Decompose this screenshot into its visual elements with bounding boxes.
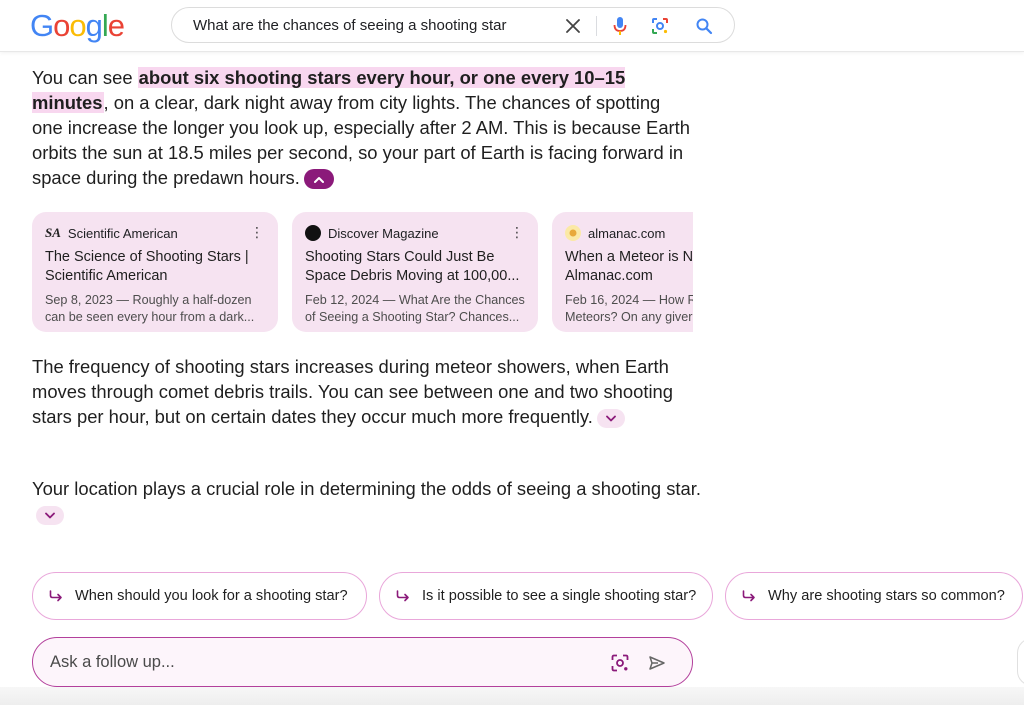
answer-text: The frequency of shooting stars increase… — [32, 356, 674, 427]
more-options-icon[interactable]: ⋮ — [250, 224, 264, 240]
source-title[interactable]: When a Meteor is No Almanac.com — [565, 248, 693, 286]
answer-text: You can see — [32, 67, 138, 88]
source-title[interactable]: The Science of Shooting Stars | Scientif… — [45, 248, 265, 286]
source-snippet-line: Feb 16, 2024 — How Ra — [565, 293, 693, 307]
source-title-line: The Science of Shooting Stars | — [45, 249, 249, 265]
reply-arrow-icon — [49, 590, 63, 602]
source-cards: SA Scientific American ⋮ The Science of … — [32, 212, 693, 332]
search-box[interactable]: What are the chances of seeing a shootin… — [171, 7, 735, 43]
source-snippet-line: Feb 12, 2024 — What Are the Chances — [305, 293, 525, 307]
logo-letter: g — [85, 8, 103, 43]
lens-icon[interactable] — [650, 16, 670, 36]
answer-paragraph-3: Your location plays a crucial role in de… — [32, 476, 702, 526]
logo-letter: e — [107, 8, 125, 43]
top-bar: Google What are the chances of seeing a … — [0, 0, 1024, 52]
source-title-line: When a Meteor is No — [565, 249, 693, 265]
lens-icon[interactable] — [610, 653, 630, 673]
expand-button[interactable] — [596, 408, 625, 428]
source-snippet: Feb 12, 2024 — What Are the Chances of S… — [305, 292, 525, 326]
source-snippet-line: Sep 8, 2023 — Roughly a half-dozen — [45, 293, 252, 307]
source-site: Discover Magazine — [328, 225, 439, 241]
partial-button[interactable] — [1017, 638, 1024, 686]
send-icon[interactable] — [647, 653, 667, 673]
discover-favicon-icon — [305, 225, 321, 241]
more-options-icon[interactable]: ⋮ — [510, 224, 524, 240]
source-header: SA Scientific American — [45, 224, 265, 242]
chevron-down-icon — [605, 415, 616, 422]
source-header: Discover Magazine — [305, 224, 525, 242]
collapse-button[interactable] — [303, 169, 334, 190]
source-site: Scientific American — [67, 225, 178, 241]
source-card[interactable]: SA Scientific American ⋮ The Science of … — [32, 212, 278, 332]
almanac-favicon-icon — [565, 225, 581, 241]
logo-letter: o — [69, 8, 86, 43]
suggestion-label: Is it possible to see a single shooting … — [422, 588, 697, 604]
search-query[interactable]: What are the chances of seeing a shootin… — [193, 17, 507, 34]
suggestion-chip[interactable]: When should you look for a shooting star… — [32, 572, 367, 620]
chevron-down-icon — [45, 512, 55, 519]
suggestion-chip[interactable]: Is it possible to see a single shooting … — [379, 572, 713, 620]
suggestion-chip[interactable]: Why are shooting stars so common? — [725, 572, 1023, 620]
answer-text: Your location plays a crucial role in de… — [32, 478, 701, 499]
source-title-line: Space Debris Moving at 100,00... — [305, 268, 520, 284]
answer-paragraph-2: The frequency of shooting stars increase… — [32, 354, 702, 429]
expand-button[interactable] — [36, 505, 64, 525]
source-title-line: Almanac.com — [565, 268, 653, 284]
logo-letter: o — [53, 8, 70, 43]
chevron-up-icon — [313, 176, 324, 183]
microphone-icon[interactable] — [610, 16, 630, 36]
follow-up-input[interactable] — [50, 652, 590, 672]
source-favicon: SA — [45, 225, 61, 240]
search-icon[interactable] — [694, 16, 714, 36]
reply-arrow-icon — [742, 590, 756, 602]
answer-paragraph-1: You can see about six shooting stars eve… — [32, 65, 692, 190]
bottom-shadow — [0, 687, 1024, 705]
suggestion-label: Why are shooting stars so common? — [768, 588, 1005, 604]
source-site: almanac.com — [588, 225, 666, 241]
answer-text: , on a clear, dark night away from city … — [32, 92, 691, 188]
google-logo[interactable]: Google — [30, 8, 125, 44]
source-card[interactable]: Discover Magazine ⋮ Shooting Stars Could… — [292, 212, 538, 332]
source-snippet: Feb 16, 2024 — How Ra Meteors? On any gi… — [565, 292, 693, 326]
source-snippet-line: can be seen every hour from a dark... — [45, 310, 255, 324]
source-snippet-line: Meteors? On any giver — [565, 310, 693, 324]
source-header: almanac.com — [565, 224, 693, 242]
source-title-line: Shooting Stars Could Just Be — [305, 249, 495, 265]
search-divider — [596, 16, 597, 36]
source-card[interactable]: almanac.com When a Meteor is No Almanac.… — [552, 212, 693, 332]
source-snippet-line: of Seeing a Shooting Star? Chances... — [305, 310, 520, 324]
source-title[interactable]: Shooting Stars Could Just Be Space Debri… — [305, 248, 525, 286]
suggestion-label: When should you look for a shooting star… — [75, 588, 348, 604]
source-snippet: Sep 8, 2023 — Roughly a half-dozen can b… — [45, 292, 265, 326]
reply-arrow-icon — [396, 590, 410, 602]
logo-letter: G — [30, 8, 54, 43]
source-title-line: Scientific American — [45, 268, 168, 284]
clear-icon[interactable] — [563, 16, 583, 36]
follow-up-box[interactable] — [32, 637, 693, 687]
